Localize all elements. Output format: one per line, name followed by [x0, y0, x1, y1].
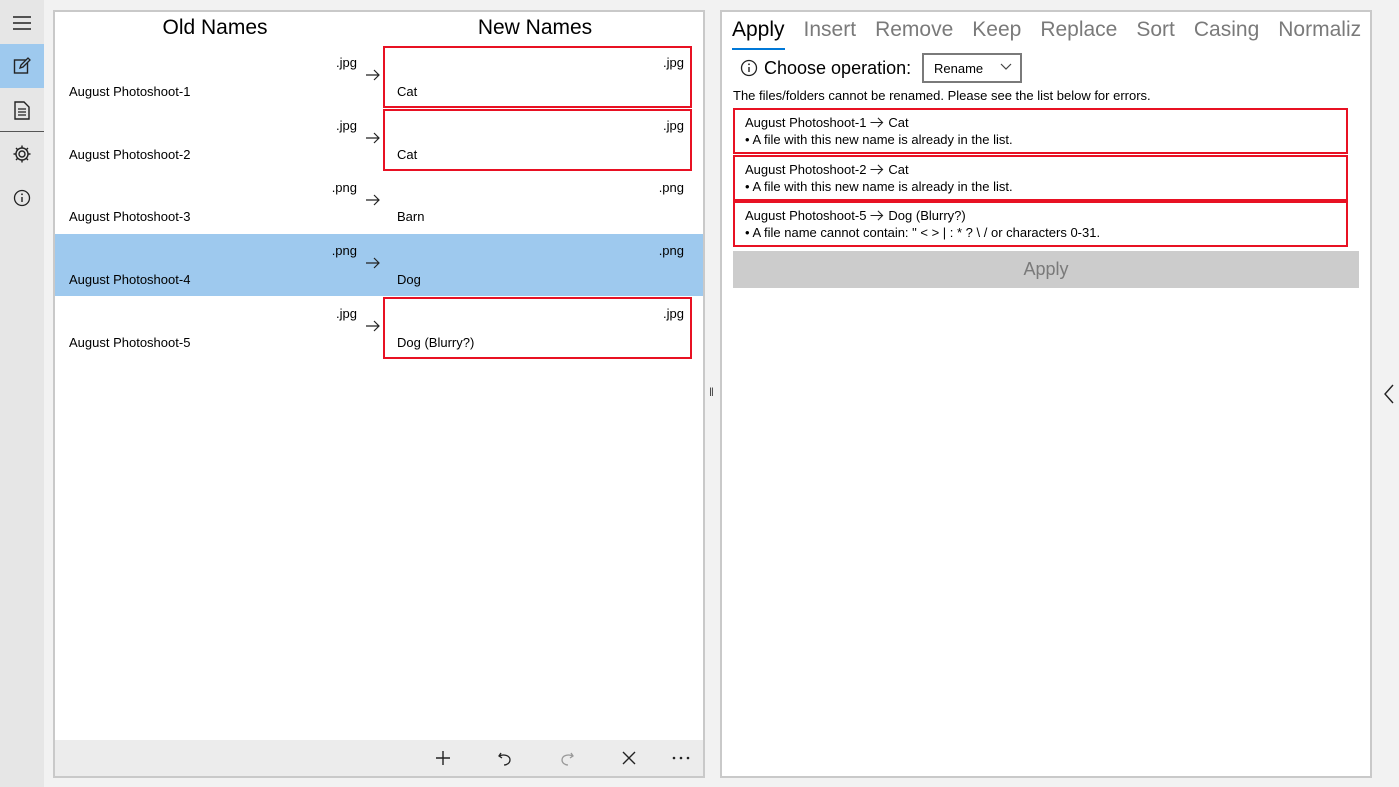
error-old-name: August Photoshoot-2: [745, 161, 867, 177]
new-name-cell[interactable]: .png Barn: [383, 171, 692, 233]
tab-normaliz[interactable]: Normaliz: [1278, 16, 1361, 50]
edit-icon: [13, 57, 31, 74]
panel-splitter[interactable]: ‖: [709, 385, 714, 399]
redo-icon: [561, 752, 574, 766]
undo-icon: [498, 752, 511, 766]
new-name: Barn: [397, 209, 425, 225]
error-new-name: Cat: [888, 161, 909, 177]
operation-dropdown-value: Rename: [934, 60, 984, 76]
operation-tabs: Apply Insert Remove Keep Replace Sort Casing No…: [732, 16, 1368, 50]
gear-icon: [13, 145, 31, 163]
file-list-panel: Old Names New Names .jpg August Photoshoo…: [53, 10, 705, 778]
new-names-header: New Names: [477, 16, 593, 39]
settings-button[interactable]: [0, 132, 44, 176]
arrow-right-icon: [870, 117, 884, 128]
file-row[interactable]: .jpg August Photoshoot-1 .jpg Cat: [55, 46, 703, 108]
operation-dropdown[interactable]: Rename: [922, 53, 1022, 83]
error-new-name: Dog (Blurry?): [888, 208, 966, 224]
error-old-name: August Photoshoot-1: [745, 115, 867, 130]
old-name: August Photoshoot-5: [69, 334, 191, 350]
error-old-name: August Photoshoot-5: [745, 208, 867, 224]
error-item-title: August Photoshoot-2 Cat: [745, 161, 1336, 178]
arrow-right-icon: [870, 210, 884, 221]
clear-button[interactable]: [617, 746, 641, 770]
tab-apply[interactable]: Apply: [732, 16, 785, 50]
error-item-title: August Photoshoot-5 Dog (Blurry?): [745, 207, 1336, 224]
error-item: August Photoshoot-2 Cat • A file with this…: [733, 154, 1348, 201]
about-button[interactable]: [0, 176, 44, 220]
chevron-left-icon[interactable]: [1383, 384, 1395, 404]
more-icon: [672, 756, 690, 760]
error-item-title: August Photoshoot-1 Cat: [745, 114, 1336, 131]
error-message: The files/folders cannot be renamed. Ple…: [733, 88, 1151, 103]
old-extension: .jpg: [336, 55, 357, 70]
arrow-right-icon: [365, 193, 381, 207]
new-name-cell[interactable]: .jpg Cat: [383, 46, 692, 108]
file-row[interactable]: .png August Photoshoot-3 .png Barn: [55, 171, 703, 233]
plus-icon: [436, 751, 450, 765]
arrow-right-icon: [365, 68, 381, 82]
new-name: Cat: [397, 84, 418, 99]
file-row[interactable]: .png August Photoshoot-4 .png Dog: [55, 234, 703, 297]
error-detail: • A file with this new name is already i…: [745, 132, 1013, 147]
old-name: August Photoshoot-1: [69, 84, 191, 99]
rename-page-button[interactable]: [0, 44, 44, 88]
info-icon: [740, 59, 758, 77]
apply-button[interactable]: Apply: [733, 251, 1359, 288]
new-name: Dog: [397, 272, 421, 288]
tab-remove[interactable]: Remove: [875, 16, 953, 50]
new-name: Cat: [397, 146, 418, 162]
arrow-right-icon: [365, 319, 381, 333]
log-page-button[interactable]: [0, 88, 44, 132]
close-icon: [622, 751, 636, 765]
hamburger-menu-button[interactable]: [0, 1, 44, 45]
error-new-name: Cat: [888, 115, 909, 130]
old-extension: .jpg: [336, 117, 357, 133]
new-extension: .jpg: [663, 305, 684, 321]
old-extension: .jpg: [336, 305, 357, 321]
document-icon: [14, 100, 30, 120]
operations-panel: Apply Insert Remove Keep Replace Sort Casing No…: [720, 10, 1372, 778]
old-extension: .png: [331, 180, 357, 196]
old-name: August Photoshoot-3: [69, 209, 191, 225]
new-name-cell[interactable]: .jpg Dog (Blurry?): [383, 296, 692, 359]
tab-sort[interactable]: Sort: [1136, 16, 1175, 50]
error-detail: • A file name cannot contain: " < > | : …: [745, 225, 1101, 241]
old-name: August Photoshoot-4: [69, 272, 191, 288]
error-item: August Photoshoot-5 Dog (Blurry?) • A file…: [733, 201, 1348, 248]
add-button[interactable]: [431, 746, 455, 770]
tab-replace[interactable]: Replace: [1040, 16, 1117, 50]
undo-button[interactable]: [493, 746, 517, 770]
arrow-right-icon: [365, 256, 381, 270]
hamburger-icon: [13, 16, 31, 30]
old-extension: .png: [331, 243, 357, 259]
tab-keep[interactable]: Keep: [972, 16, 1021, 50]
arrow-right-icon: [365, 131, 381, 145]
tab-casing[interactable]: Casing: [1194, 16, 1259, 50]
old-names-header: Old Names: [162, 16, 268, 39]
file-row[interactable]: .jpg August Photoshoot-5 .jpg Dog (Blurry?): [55, 296, 703, 359]
chevron-down-icon: [1000, 63, 1012, 70]
error-item: August Photoshoot-1 Cat • A file with this…: [733, 108, 1348, 154]
more-button[interactable]: [669, 746, 693, 770]
redo-button[interactable]: [555, 746, 579, 770]
new-name: Dog (Blurry?): [397, 334, 475, 350]
new-name-cell[interactable]: .png Dog: [383, 234, 692, 296]
choose-operation-label: Choose operation:: [764, 57, 912, 78]
new-extension: .png: [658, 180, 684, 196]
app-window: Old Names New Names .jpg August Photoshoo…: [0, 0, 1399, 787]
old-name: August Photoshoot-2: [69, 146, 191, 162]
file-row[interactable]: .jpg August Photoshoot-2 .jpg Cat: [55, 108, 703, 171]
new-name-cell[interactable]: .jpg Cat: [383, 108, 692, 171]
tab-insert[interactable]: Insert: [804, 16, 857, 50]
error-detail: • A file with this new name is already i…: [745, 178, 1013, 194]
new-extension: .png: [658, 243, 684, 259]
new-extension: .jpg: [663, 55, 684, 70]
nav-rail: [0, 0, 44, 787]
info-icon: [13, 189, 31, 207]
list-toolbar: [55, 740, 703, 776]
arrow-right-icon: [870, 164, 884, 175]
new-extension: .jpg: [663, 117, 684, 133]
choose-operation-row: Choose operation: Rename: [740, 52, 1022, 84]
